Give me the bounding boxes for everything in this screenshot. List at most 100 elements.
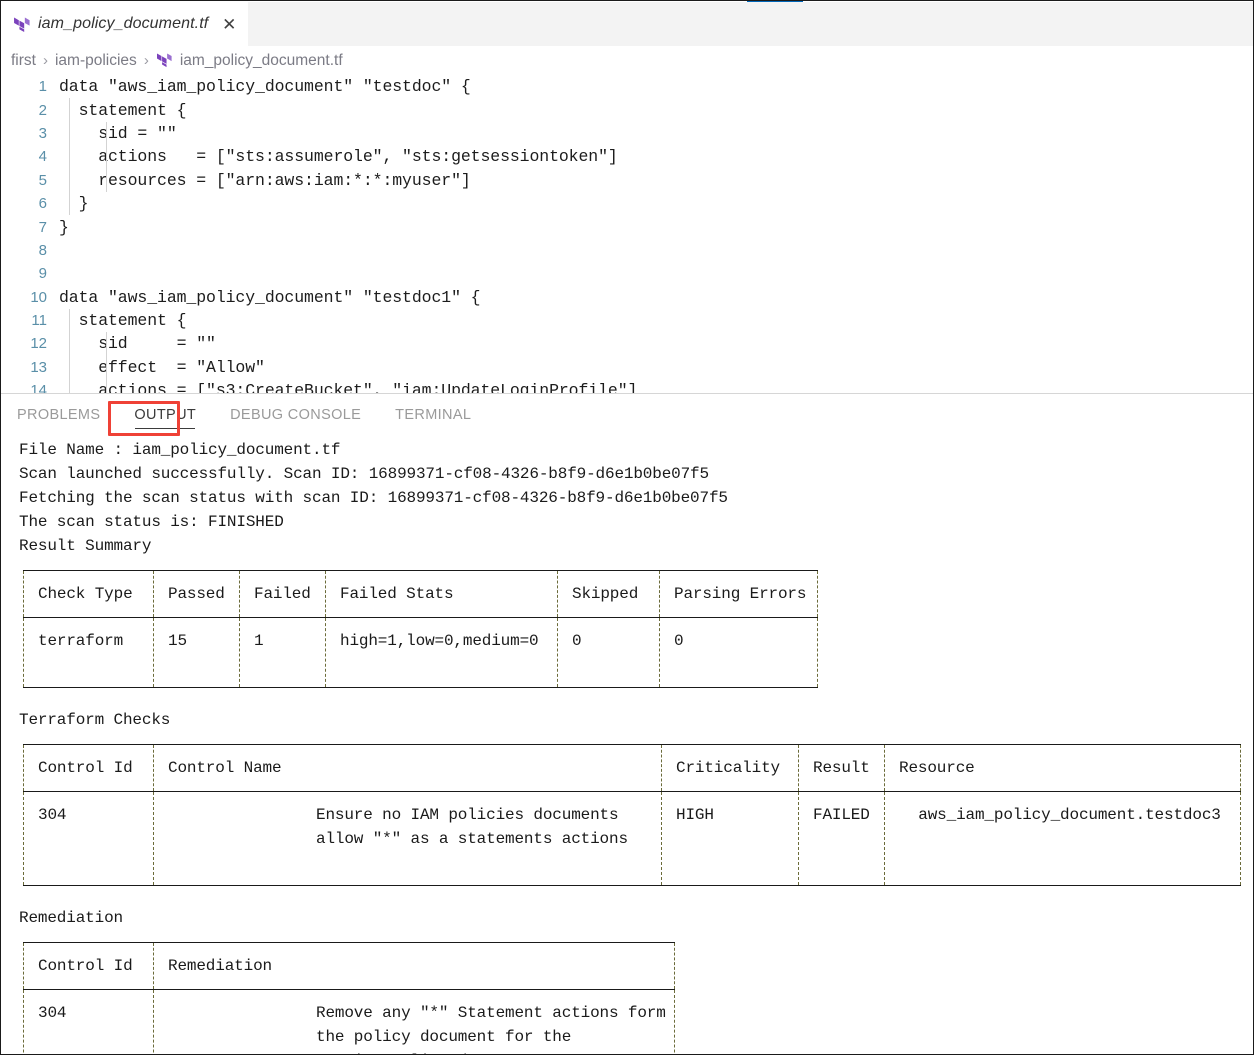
code-editor[interactable]: 1 data "aws_iam_policy_document" "testdo… [1, 75, 1253, 393]
output-log-line: Fetching the scan status with scan ID: 1… [19, 489, 728, 507]
code-line: 5 resources = ["arn:aws:iam:*:*:myuser"] [1, 168, 1253, 192]
code-text: statement { [59, 100, 187, 120]
cell-passed: 15 [153, 617, 240, 688]
code-line: 13 effect = "Allow" [1, 355, 1253, 380]
line-number: 4 [38, 148, 47, 166]
code-text: effect = "Allow" [59, 357, 265, 377]
editor-tab-iam-policy-document[interactable]: iam_policy_document.tf ✕ [1, 2, 250, 46]
line-number: 8 [38, 241, 47, 259]
indent-guide [69, 355, 70, 380]
code-text: resources = ["arn:aws:iam:*:*:myuser"] [59, 170, 471, 190]
table-header-row: Check Type Passed Failed Failed Stats Sk… [23, 570, 818, 618]
terraform-checks-title: Terraform Checks [19, 711, 171, 729]
output-panel[interactable]: File Name : iam_policy_document.tf Scan … [1, 438, 1253, 1054]
output-log-line: The scan status is: FINISHED [19, 513, 284, 531]
indent-guide [106, 379, 107, 393]
column-header-parsing-errors: Parsing Errors [659, 570, 818, 618]
editor-tab-label: iam_policy_document.tf [38, 15, 209, 32]
panel-tab-debug-console[interactable]: DEBUG CONSOLE [230, 403, 361, 429]
breadcrumb-item-iam-policies[interactable]: iam-policies [55, 52, 137, 70]
indent-guide [106, 145, 107, 169]
line-number: 11 [31, 312, 47, 330]
panel-divider [1, 393, 1253, 394]
line-number: 12 [30, 335, 47, 353]
line-number: 6 [38, 195, 47, 213]
output-log-line: Result Summary [19, 537, 152, 555]
cell-control-id: 304 [23, 791, 154, 886]
column-header-control-id: Control Id [23, 744, 154, 792]
code-line: 8 [1, 239, 1253, 262]
cell-parsing-errors: 0 [659, 617, 818, 688]
terraform-checks-table: Control Id Control Name Criticality Resu… [23, 744, 1241, 886]
indent-guide [106, 121, 107, 146]
indent-guide [106, 168, 107, 192]
indent-guide [69, 145, 70, 169]
breadcrumb: first › iam-policies › iam_policy_docume… [1, 46, 1253, 75]
breadcrumb-item-first[interactable]: first [11, 52, 36, 70]
cell-criticality: HIGH [661, 791, 799, 886]
cell-control-id: 304 [23, 989, 154, 1054]
remediation-table: Control Id Remediation 304 Remove any "*… [23, 942, 675, 1054]
vscode-window: iam_policy_document.tf ✕ first › iam-pol… [0, 0, 1254, 1055]
code-line: 6 } [1, 191, 1253, 216]
indent-guide [69, 308, 70, 333]
line-number: 10 [30, 288, 47, 306]
line-number: 9 [38, 265, 47, 283]
indent-guide [106, 355, 107, 380]
output-log-line: File Name : iam_policy_document.tf [19, 441, 341, 459]
code-text: } [59, 217, 69, 237]
remediation-table-wrapper: Control Id Remediation 304 Remove any "*… [19, 942, 1253, 1054]
code-text: actions = ["sts:assumerole", "sts:getses… [59, 147, 618, 167]
indent-guide [106, 332, 107, 356]
line-number: 2 [38, 101, 47, 119]
indent-guide [69, 332, 70, 356]
cell-skipped: 0 [557, 617, 660, 688]
breadcrumb-item-file[interactable]: iam_policy_document.tf [156, 52, 343, 70]
cell-remediation: Remove any "*" Statement actions form th… [153, 989, 675, 1054]
panel-tab-problems[interactable]: PROBLEMS [17, 403, 100, 429]
chevron-right-icon: › [143, 52, 149, 69]
indent-guide [69, 98, 70, 122]
terraform-icon [156, 52, 173, 69]
terraform-checks-table-wrapper: Control Id Control Name Criticality Resu… [19, 744, 1253, 886]
code-line: 2 statement { [1, 98, 1253, 122]
remediation-title: Remediation [19, 909, 123, 927]
line-number: 5 [38, 171, 47, 189]
code-text: data "aws_iam_policy_document" "testdoc1… [59, 287, 481, 307]
line-number: 7 [38, 218, 47, 236]
indent-guide [69, 379, 70, 393]
editor-tab-bar: iam_policy_document.tf ✕ [1, 2, 1253, 46]
code-line: 10 data "aws_iam_policy_document" "testd… [1, 286, 1253, 309]
code-line: 11 statement { [1, 308, 1253, 333]
breadcrumb-file-label: iam_policy_document.tf [179, 51, 343, 69]
cell-failed-stats: high=1,low=0,medium=0 [325, 617, 558, 688]
code-line: 4 actions = ["sts:assumerole", "sts:gets… [1, 145, 1253, 169]
table-row: terraform 15 1 high=1,low=0,medium=0 0 0 [23, 617, 818, 688]
result-summary-table-wrapper: Check Type Passed Failed Failed Stats Sk… [19, 570, 1253, 688]
column-header-failed: Failed [239, 570, 326, 618]
line-number: 1 [38, 78, 47, 96]
indent-guide [69, 121, 70, 146]
cell-check-type: terraform [23, 617, 154, 688]
code-line: 1 data "aws_iam_policy_document" "testdo… [1, 75, 1253, 98]
table-header-row: Control Id Control Name Criticality Resu… [23, 744, 1241, 792]
chevron-right-icon: › [42, 52, 48, 69]
line-number: 14 [30, 382, 47, 393]
column-header-failed-stats: Failed Stats [325, 570, 558, 618]
line-number: 3 [38, 124, 47, 142]
panel-tab-output[interactable]: OUTPUT [134, 403, 196, 429]
column-header-skipped: Skipped [557, 570, 660, 618]
panel-tab-bar: PROBLEMS OUTPUT DEBUG CONSOLE TERMINAL [1, 396, 1253, 436]
line-number: 13 [30, 358, 47, 376]
terraform-icon [13, 16, 30, 33]
code-line: 14 actions = ["s3:CreateBucket", "iam:Up… [1, 379, 1253, 393]
close-icon[interactable]: ✕ [221, 16, 237, 33]
table-row: 304 Remove any "*" Statement actions for… [23, 989, 675, 1054]
column-header-control-id: Control Id [23, 942, 154, 990]
column-header-control-name: Control Name [153, 744, 662, 792]
table-row: 304 Ensure no IAM policies documents all… [23, 791, 1241, 886]
indent-guide [69, 168, 70, 192]
code-line: 3 sid = "" [1, 121, 1253, 146]
panel-tab-terminal[interactable]: TERMINAL [395, 403, 471, 429]
cell-resource: aws_iam_policy_document.testdoc3 [884, 791, 1241, 886]
